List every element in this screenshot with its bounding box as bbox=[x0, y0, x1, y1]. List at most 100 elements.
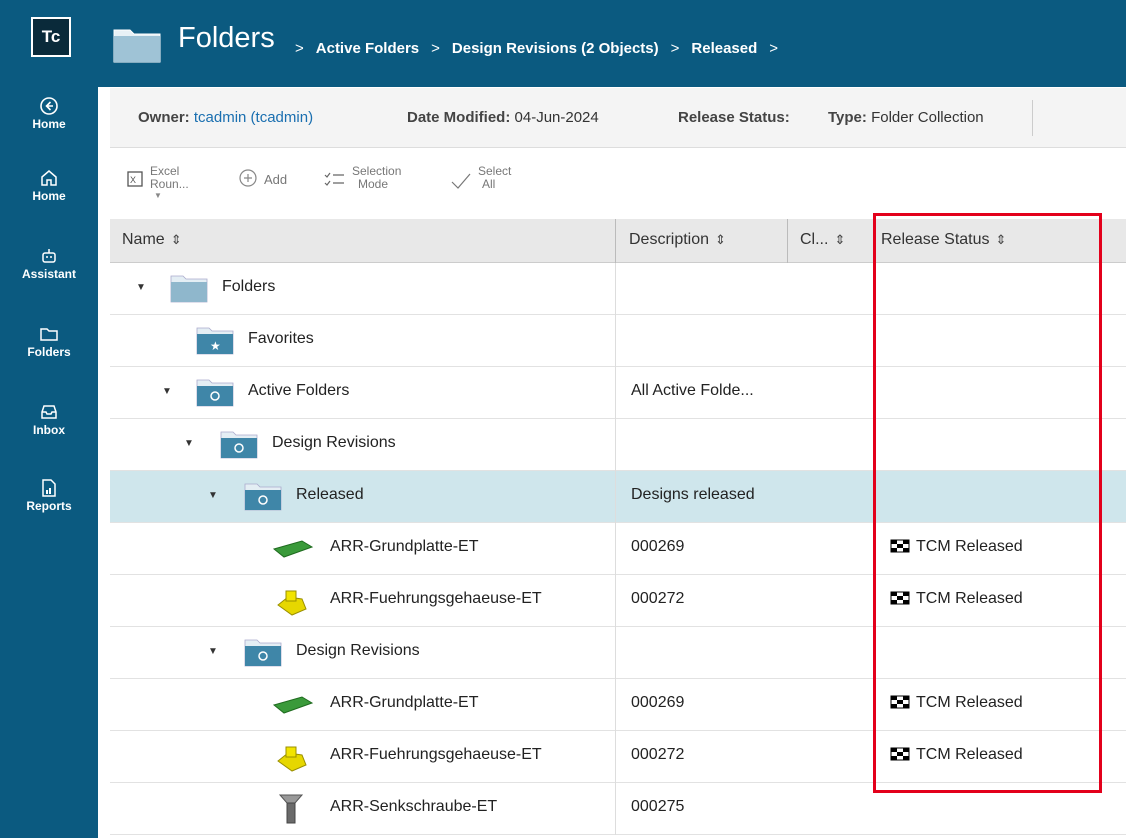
checkmark-icon bbox=[451, 173, 471, 189]
prop-divider bbox=[1032, 100, 1033, 136]
breadcrumb: > Active Folders > Design Revisions (2 O… bbox=[283, 40, 790, 57]
release-status-label: Release Status: bbox=[678, 109, 790, 126]
nav-label: Folders bbox=[27, 345, 71, 359]
add-label: Add bbox=[264, 172, 288, 187]
select-all-button[interactable]: Select All bbox=[450, 165, 520, 195]
selection-mode-button[interactable]: Selection Mode bbox=[324, 165, 414, 195]
chevron-down-icon[interactable]: ▼ bbox=[154, 191, 162, 200]
row-description: 000269 bbox=[631, 538, 685, 555]
left-nav: Tc Home Home Assistant Folders Inbox Rep… bbox=[0, 0, 98, 838]
sort-icon[interactable]: ⇕ bbox=[715, 232, 726, 247]
sort-icon[interactable]: ⇕ bbox=[996, 232, 1007, 247]
table-row[interactable]: ★ Favorites bbox=[110, 315, 1126, 367]
nav-label: Inbox bbox=[33, 423, 65, 437]
cell-divider bbox=[615, 419, 616, 471]
nav-reports[interactable]: Reports bbox=[0, 478, 98, 513]
table-row[interactable]: ARR-Fuehrungsgehaeuse-ET 000272 TCM Rele… bbox=[110, 575, 1126, 627]
add-button[interactable]: Add bbox=[238, 165, 298, 195]
nav-home[interactable]: Home bbox=[0, 168, 98, 203]
part-housing-icon bbox=[277, 590, 307, 616]
cell-divider bbox=[615, 523, 616, 575]
table-row[interactable]: ▼ Active Folders All Active Folde... bbox=[110, 367, 1126, 419]
column-header-label: Release Status bbox=[881, 231, 990, 248]
cell-divider bbox=[615, 783, 616, 835]
home-icon bbox=[41, 170, 57, 186]
row-description: 000272 bbox=[631, 590, 685, 607]
checkered-flag-icon bbox=[890, 747, 910, 761]
column-header-description[interactable]: Description ⇕ bbox=[629, 231, 726, 249]
part-plate-icon bbox=[272, 696, 314, 714]
table-row[interactable]: ▼ Design Revisions bbox=[110, 419, 1126, 471]
row-description: 000275 bbox=[631, 798, 685, 815]
cell-divider bbox=[615, 575, 616, 627]
release-status-text: TCM Released bbox=[916, 694, 1023, 711]
checkered-flag-icon bbox=[890, 695, 910, 709]
nav-inbox[interactable]: Inbox bbox=[0, 402, 98, 437]
nav-assistant[interactable]: Assistant bbox=[0, 246, 98, 281]
excel-round-trip-button[interactable]: X Excel Roun... ▼ bbox=[126, 165, 189, 205]
cell-divider bbox=[615, 263, 616, 315]
search-folder-icon bbox=[244, 483, 282, 511]
breadcrumb-separator-icon: > bbox=[670, 40, 680, 57]
table-row[interactable]: ARR-Grundplatte-ET 000269 TCM Released bbox=[110, 523, 1126, 575]
column-resizer[interactable] bbox=[787, 219, 788, 263]
folder-icon bbox=[40, 328, 58, 341]
nav-folders[interactable]: Folders bbox=[0, 324, 98, 359]
type-label: Type: bbox=[828, 109, 867, 126]
cell-divider bbox=[615, 627, 616, 679]
table-row[interactable]: ARR-Fuehrungsgehaeuse-ET 000272 TCM Rele… bbox=[110, 731, 1126, 783]
row-name: ARR-Fuehrungsgehaeuse-ET bbox=[330, 590, 542, 607]
type-prop: Type: Folder Collection bbox=[828, 109, 984, 126]
nav-label: Reports bbox=[26, 499, 72, 513]
expand-toggle-icon[interactable]: ▼ bbox=[208, 646, 218, 657]
expand-toggle-icon[interactable]: ▼ bbox=[136, 282, 146, 293]
cell-divider bbox=[615, 731, 616, 783]
row-name: ARR-Grundplatte-ET bbox=[330, 694, 479, 711]
row-description: All Active Folde... bbox=[631, 382, 754, 399]
release-status-cell: TCM Released bbox=[890, 694, 1023, 712]
owner-link[interactable]: tcadmin (tcadmin) bbox=[194, 109, 313, 126]
column-header-name[interactable]: Name ⇕ bbox=[122, 231, 182, 249]
sort-icon[interactable]: ⇕ bbox=[171, 232, 182, 247]
column-header-class[interactable]: Cl... ⇕ bbox=[800, 231, 845, 249]
part-housing-icon bbox=[277, 746, 307, 772]
breadcrumb-item-released[interactable]: Released bbox=[691, 40, 757, 57]
property-bar: Owner: tcadmin (tcadmin) Date Modified: … bbox=[110, 88, 1126, 148]
table-row[interactable]: ▼ Design Revisions bbox=[110, 627, 1126, 679]
row-name: ARR-Senkschraube-ET bbox=[330, 798, 498, 815]
column-header-label: Cl... bbox=[800, 231, 829, 248]
svg-text:★: ★ bbox=[210, 339, 221, 353]
expand-toggle-icon[interactable]: ▼ bbox=[208, 490, 218, 501]
table-header: Name ⇕ Description ⇕ Cl... ⇕ Release Status… bbox=[110, 219, 1126, 263]
breadcrumb-item-active-folders[interactable]: Active Folders bbox=[316, 40, 419, 57]
table-row-selected[interactable]: ▼ Released Designs released bbox=[110, 471, 1126, 523]
app-logo[interactable]: Tc bbox=[31, 17, 71, 57]
expand-toggle-icon[interactable]: ▼ bbox=[162, 386, 172, 397]
table-row[interactable]: ▼ Folders bbox=[110, 263, 1126, 315]
nav-label: Assistant bbox=[21, 267, 77, 281]
assistant-robot-icon bbox=[42, 249, 56, 263]
part-screw-icon bbox=[278, 794, 304, 824]
checkered-flag-icon bbox=[890, 539, 910, 553]
column-resizer[interactable] bbox=[615, 219, 616, 263]
cell-divider bbox=[615, 471, 616, 523]
column-header-release-status[interactable]: Release Status ⇕ bbox=[881, 231, 1006, 249]
column-resizer[interactable] bbox=[875, 219, 876, 263]
breadcrumb-separator-icon[interactable]: > bbox=[769, 40, 778, 57]
type-value: Folder Collection bbox=[871, 109, 984, 126]
row-name: Released bbox=[296, 486, 364, 503]
breadcrumb-item-design-revisions[interactable]: Design Revisions (2 Objects) bbox=[452, 40, 659, 57]
all-label: All bbox=[482, 177, 496, 191]
row-description: 000272 bbox=[631, 746, 685, 763]
table-row[interactable]: ARR-Senkschraube-ET 000275 bbox=[110, 783, 1126, 835]
date-value: 04-Jun-2024 bbox=[514, 109, 599, 126]
expand-toggle-icon[interactable]: ▼ bbox=[184, 438, 194, 449]
nav-back-home[interactable]: Home bbox=[0, 96, 98, 131]
release-status-cell: TCM Released bbox=[890, 590, 1023, 608]
row-name: ARR-Fuehrungsgehaeuse-ET bbox=[330, 746, 542, 763]
row-name: Active Folders bbox=[248, 382, 350, 399]
row-description: Designs released bbox=[631, 486, 755, 503]
sort-icon[interactable]: ⇕ bbox=[834, 232, 845, 247]
table-row[interactable]: ARR-Grundplatte-ET 000269 TCM Released bbox=[110, 679, 1126, 731]
row-name: Folders bbox=[222, 278, 276, 295]
